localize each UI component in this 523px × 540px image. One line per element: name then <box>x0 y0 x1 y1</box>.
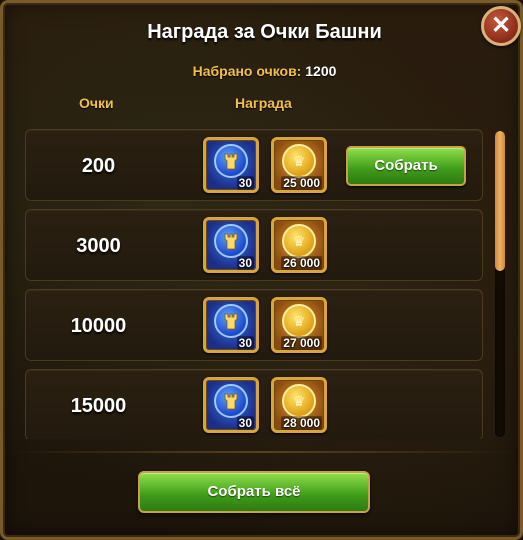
column-header-reward: Награда <box>235 95 292 111</box>
gold-coin-icon: ♛ <box>282 224 316 258</box>
row-points: 3000 <box>76 235 121 257</box>
reward-item-gold[interactable]: ♛ 27 000 <box>271 297 327 353</box>
tower-token-icon <box>214 224 248 258</box>
row-points: 10000 <box>70 315 127 337</box>
reward-row: 3000 30 ♛ 26 000 <box>25 209 483 281</box>
close-icon: ✕ <box>490 12 512 39</box>
item-quantity: 28 000 <box>281 416 322 430</box>
item-quantity: 27 000 <box>281 336 322 350</box>
scrollbar-thumb[interactable] <box>495 131 505 271</box>
tower-token-icon <box>214 144 248 178</box>
score-label: Набрано очков: <box>192 63 302 79</box>
row-points: 200 <box>81 155 116 177</box>
item-quantity: 30 <box>236 336 254 350</box>
reward-item-tower-token[interactable]: 30 <box>203 377 259 433</box>
gold-coin-icon: ♛ <box>282 384 316 418</box>
reward-item-gold[interactable]: ♛ 25 000 <box>271 137 327 193</box>
reward-row: 10000 30 ♛ 27 000 <box>25 289 483 361</box>
column-header-points: Очки <box>79 95 114 111</box>
scrollbar-track[interactable] <box>495 131 505 437</box>
close-button[interactable]: ✕ <box>481 6 521 46</box>
dialog-title: Награда за Очки Башни <box>147 21 382 43</box>
reward-item-gold[interactable]: ♛ 28 000 <box>271 377 327 433</box>
reward-item-tower-token[interactable]: 30 <box>203 297 259 353</box>
score-summary: Набрано очков: 1200 <box>3 63 523 79</box>
reward-row: 200 30 ♛ 25 000 Собрать <box>25 129 483 201</box>
item-quantity: 30 <box>236 256 254 270</box>
reward-item-tower-token[interactable]: 30 <box>203 137 259 193</box>
score-value: 1200 <box>305 63 337 79</box>
row-points: 15000 <box>70 395 127 417</box>
reward-list[interactable]: 200 30 ♛ 25 000 Собрать 3000 30 ♛ 26 000… <box>25 129 485 439</box>
item-quantity: 30 <box>236 176 254 190</box>
gold-coin-icon: ♛ <box>282 304 316 338</box>
reward-item-tower-token[interactable]: 30 <box>203 217 259 273</box>
footer-divider <box>13 451 516 453</box>
tower-token-icon <box>214 384 248 418</box>
gold-coin-icon: ♛ <box>282 144 316 178</box>
item-quantity: 26 000 <box>281 256 322 270</box>
reward-dialog: Награда за Очки Башни Набрано очков: 120… <box>0 0 523 540</box>
collect-all-button[interactable]: Собрать всё <box>138 471 370 513</box>
tower-token-icon <box>214 304 248 338</box>
collect-button[interactable]: Собрать <box>346 146 466 186</box>
reward-item-gold[interactable]: ♛ 26 000 <box>271 217 327 273</box>
reward-row: 15000 30 ♛ 28 000 <box>25 369 483 439</box>
item-quantity: 25 000 <box>281 176 322 190</box>
item-quantity: 30 <box>236 416 254 430</box>
